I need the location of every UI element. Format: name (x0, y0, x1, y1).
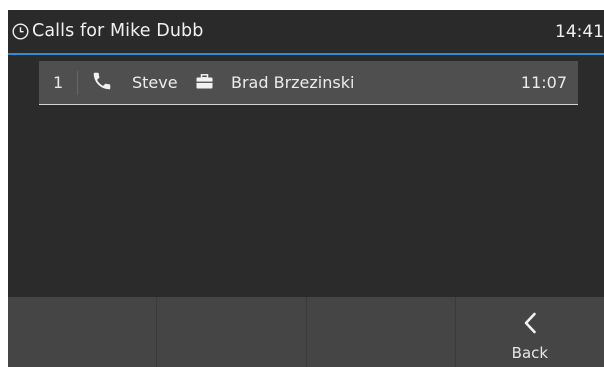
softkey-3[interactable] (307, 297, 456, 367)
call-time: 11:07 (520, 73, 567, 92)
briefcase-icon (196, 74, 213, 89)
clock-icon (12, 23, 29, 40)
back-button[interactable]: Back (456, 297, 604, 367)
phone-icon (93, 72, 111, 90)
call-index: 1 (53, 73, 64, 92)
row-divider (77, 71, 78, 95)
softkey-bar: Back (8, 297, 604, 367)
chevron-left-icon (524, 312, 536, 334)
softkey-1[interactable] (8, 297, 158, 367)
header-divider (8, 53, 604, 55)
caller-name: Steve (132, 73, 178, 92)
back-label: Back (511, 344, 549, 362)
phone-screen: Calls for Mike Dubb 14:41 1 Steve Brad B… (8, 10, 604, 367)
call-list-row[interactable]: 1 Steve Brad Brzezinski 11:07 (39, 61, 578, 105)
header-bar: Calls for Mike Dubb 14:41 (8, 10, 604, 53)
softkey-2[interactable] (157, 297, 307, 367)
clock-time: 14:41 (555, 22, 604, 42)
page-title: Calls for Mike Dubb (32, 21, 204, 41)
callee-name: Brad Brzezinski (231, 73, 355, 92)
